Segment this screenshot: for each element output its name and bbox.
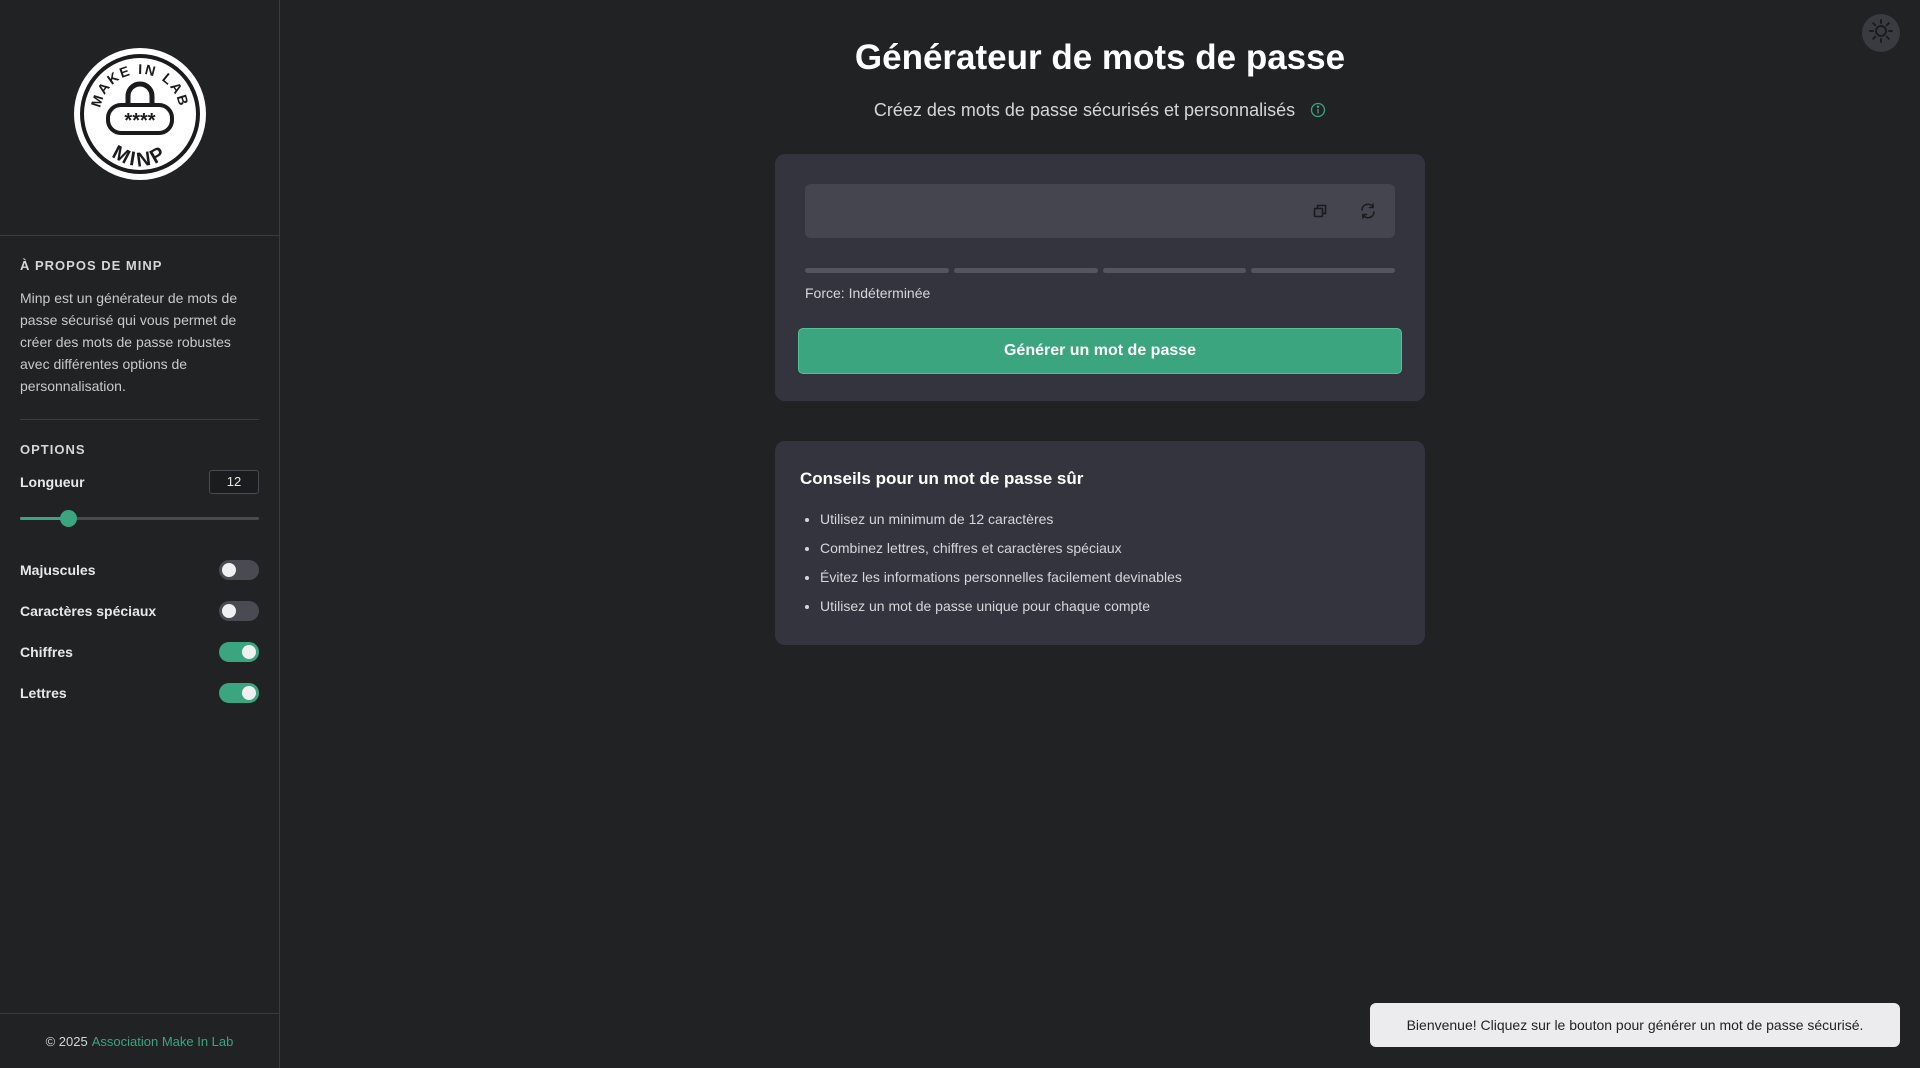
toggle-row-lettres: Lettres [20,672,259,713]
strength-segment [1251,268,1395,273]
toggle-label: Chiffres [20,643,73,660]
refresh-icon[interactable] [1357,200,1379,222]
generator-card: Force: Indéterminée Générer un mot de pa… [775,154,1425,401]
list-item: Évitez les informations personnelles fac… [820,563,1182,592]
sidebar: MAKE IN LAB MINP **** À PROPOS DE MINP M… [0,0,280,1068]
toggle-row-caracteres-speciaux: Caractères spéciaux [20,590,259,631]
generate-button[interactable]: Générer un mot de passe [798,328,1402,374]
password-actions [1309,200,1379,222]
strength-segment [953,268,1098,273]
toggle-caracteres-speciaux[interactable] [219,600,259,621]
length-label: Longueur [20,474,85,490]
toggle-chiffres[interactable] [219,641,259,662]
strength-meter [805,268,1395,273]
tips-list: Utilisez un minimum de 12 caractères Com… [820,505,1182,621]
toggle-row-majuscules: Majuscules [20,549,259,590]
toggle-knob [242,644,256,659]
sidebar-footer: © 2025 Association Make In Lab [0,1013,279,1068]
toggle-lettres[interactable] [219,682,259,703]
about-heading: À PROPOS DE MINP [20,258,163,273]
strength-label: Force: Indéterminée [805,285,931,301]
copy-icon[interactable] [1309,200,1331,222]
toggle-label: Majuscules [20,561,96,578]
toggle-knob [222,603,236,618]
toggle-majuscules[interactable] [219,559,259,580]
list-item: Utilisez un minimum de 12 caractères [820,505,1182,534]
list-item: Utilisez un mot de passe unique pour cha… [820,592,1182,621]
toggle-row-chiffres: Chiffres [20,631,259,672]
page-subtitle: Créez des mots de passe sécurisés et per… [280,100,1920,123]
logo-masked-text: **** [124,110,155,132]
toggle-knob [242,685,256,700]
length-input[interactable]: 12 [209,470,259,494]
list-item: Combinez lettres, chiffres et caractères… [820,534,1182,563]
welcome-toast: Bienvenue! Cliquez sur le bouton pour gé… [1370,1003,1900,1047]
length-slider[interactable] [20,509,259,527]
length-row: Longueur 12 [20,470,259,494]
strength-segment [1102,268,1247,273]
strength-segment [805,268,949,273]
password-output[interactable] [805,184,1395,238]
toggle-label: Caractères spéciaux [20,602,157,619]
minp-logo: MAKE IN LAB MINP **** [73,47,206,180]
about-text: Minp est un générateur de mots de passe … [20,290,238,394]
logo-area: MAKE IN LAB MINP **** [0,0,279,236]
association-link[interactable]: Association Make In Lab [92,1034,234,1049]
info-icon[interactable] [1310,102,1326,123]
page-title: Générateur de mots de passe [854,38,1346,77]
toggle-list: Majuscules Caractères spéciaux Chiffres … [20,549,259,713]
tips-title: Conseils pour un mot de passe sûr [800,469,1084,488]
copyright-text: © 2025 [45,1033,88,1049]
slider-thumb[interactable] [60,510,77,527]
subtitle-text: Créez des mots de passe sécurisés et per… [873,100,1296,120]
tips-card: Conseils pour un mot de passe sûr Utilis… [775,441,1425,645]
toggle-knob [222,562,236,577]
options-heading: OPTIONS [20,442,86,457]
about-section: À PROPOS DE MINP Minp est un générateur … [0,236,279,397]
options-section: OPTIONS Longueur 12 Majuscules Caractère… [0,420,279,713]
toggle-label: Lettres [20,684,67,701]
